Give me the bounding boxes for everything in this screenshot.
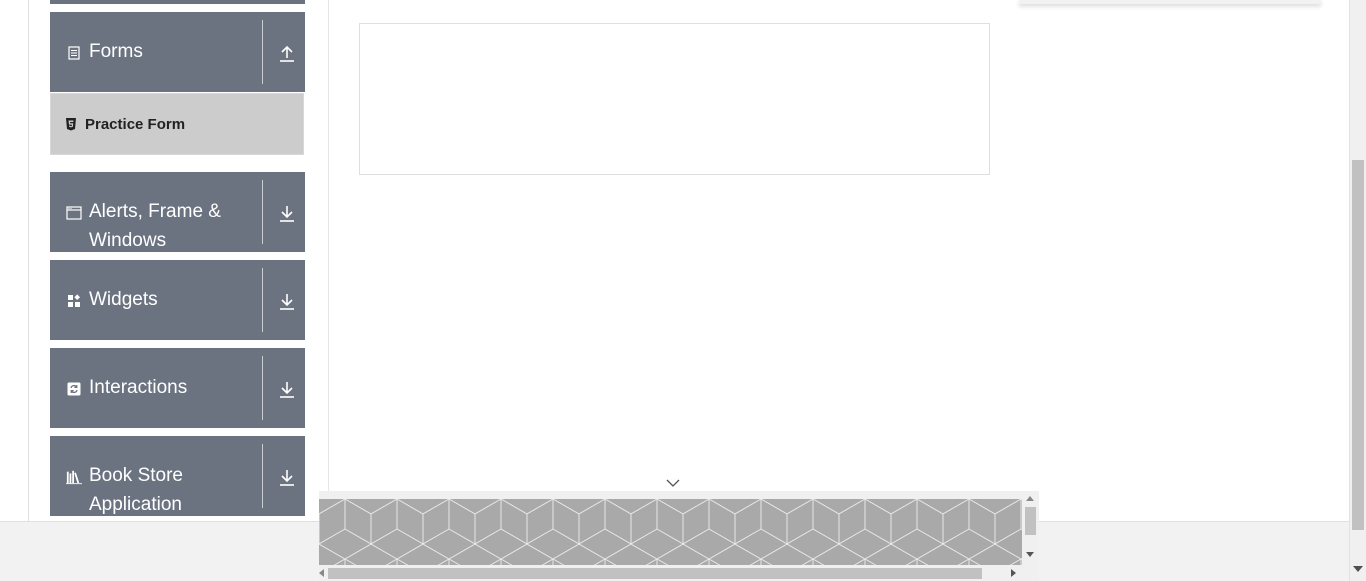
ad-banner-frame [319, 491, 1039, 581]
html5-icon [65, 117, 77, 131]
content-panel [359, 23, 990, 175]
group-header[interactable]: Interactions [50, 348, 305, 428]
scrollbar-thumb[interactable] [1352, 160, 1364, 530]
scrollbar-thumb[interactable] [1025, 507, 1036, 535]
page: Forms Practice Form Alerts, Frame & Wind… [0, 0, 1366, 581]
scroll-left-arrow-icon[interactable] [319, 569, 324, 577]
sidebar-group-book-store[interactable]: Book Store Application [50, 436, 305, 516]
ad-horizontal-scrollbar[interactable] [319, 565, 1022, 581]
group-label-interactions: Interactions [89, 377, 188, 398]
window-icon [66, 205, 82, 221]
group-label-alerts: Alerts, Frame & Windows [89, 201, 221, 251]
bookstore-icon [66, 469, 82, 485]
group-header[interactable]: Book Store Application [50, 436, 305, 516]
sidebar-group-interactions[interactable]: Interactions [50, 348, 305, 428]
collapse-ad-chevron-icon[interactable] [664, 476, 682, 488]
group-label-forms: Forms [89, 41, 143, 62]
document-icon [66, 45, 82, 61]
group-separator [262, 356, 263, 420]
sidebar-item-practice-form[interactable]: Practice Form [50, 93, 304, 155]
previous-group-edge [50, 0, 305, 4]
group-label-book-store: Book Store Application [89, 465, 183, 515]
page-scrollbar[interactable] [1349, 0, 1366, 581]
group-label-widgets: Widgets [89, 289, 158, 310]
group-header[interactable]: Widgets [50, 260, 305, 340]
left-border [28, 0, 29, 521]
group-header[interactable]: Alerts, Frame & Windows [50, 172, 305, 252]
scroll-up-arrow-icon[interactable] [1026, 496, 1034, 501]
sidebar-divider [328, 0, 329, 521]
group-separator [262, 444, 263, 508]
ad-banner[interactable] [319, 499, 1022, 565]
sidebar-group-forms[interactable]: Forms [50, 12, 305, 92]
sidebar-group-alerts-frame-windows[interactable]: Alerts, Frame & Windows [50, 172, 305, 252]
group-separator [262, 268, 263, 332]
download-arrow-icon[interactable] [278, 204, 296, 222]
floating-card-edge [1019, 0, 1321, 4]
sidebar-item-label: Practice Form [85, 116, 186, 133]
sidebar-group-widgets[interactable]: Widgets [50, 260, 305, 340]
download-arrow-icon[interactable] [278, 292, 296, 310]
scrollbar-thumb[interactable] [328, 568, 982, 579]
scroll-down-arrow-icon[interactable] [1353, 566, 1363, 572]
download-arrow-icon[interactable] [278, 380, 296, 398]
scroll-down-arrow-icon[interactable] [1026, 552, 1034, 557]
ad-vertical-scrollbar[interactable] [1022, 491, 1039, 565]
widgets-icon [66, 293, 82, 309]
group-separator [262, 20, 263, 84]
cube-pattern [319, 499, 1022, 565]
download-arrow-icon[interactable] [278, 468, 296, 486]
interactions-icon [66, 381, 82, 397]
group-header[interactable]: Forms [50, 12, 305, 92]
upload-arrow-icon[interactable] [278, 44, 296, 62]
scroll-right-arrow-icon[interactable] [1011, 569, 1016, 577]
group-separator [262, 180, 263, 244]
